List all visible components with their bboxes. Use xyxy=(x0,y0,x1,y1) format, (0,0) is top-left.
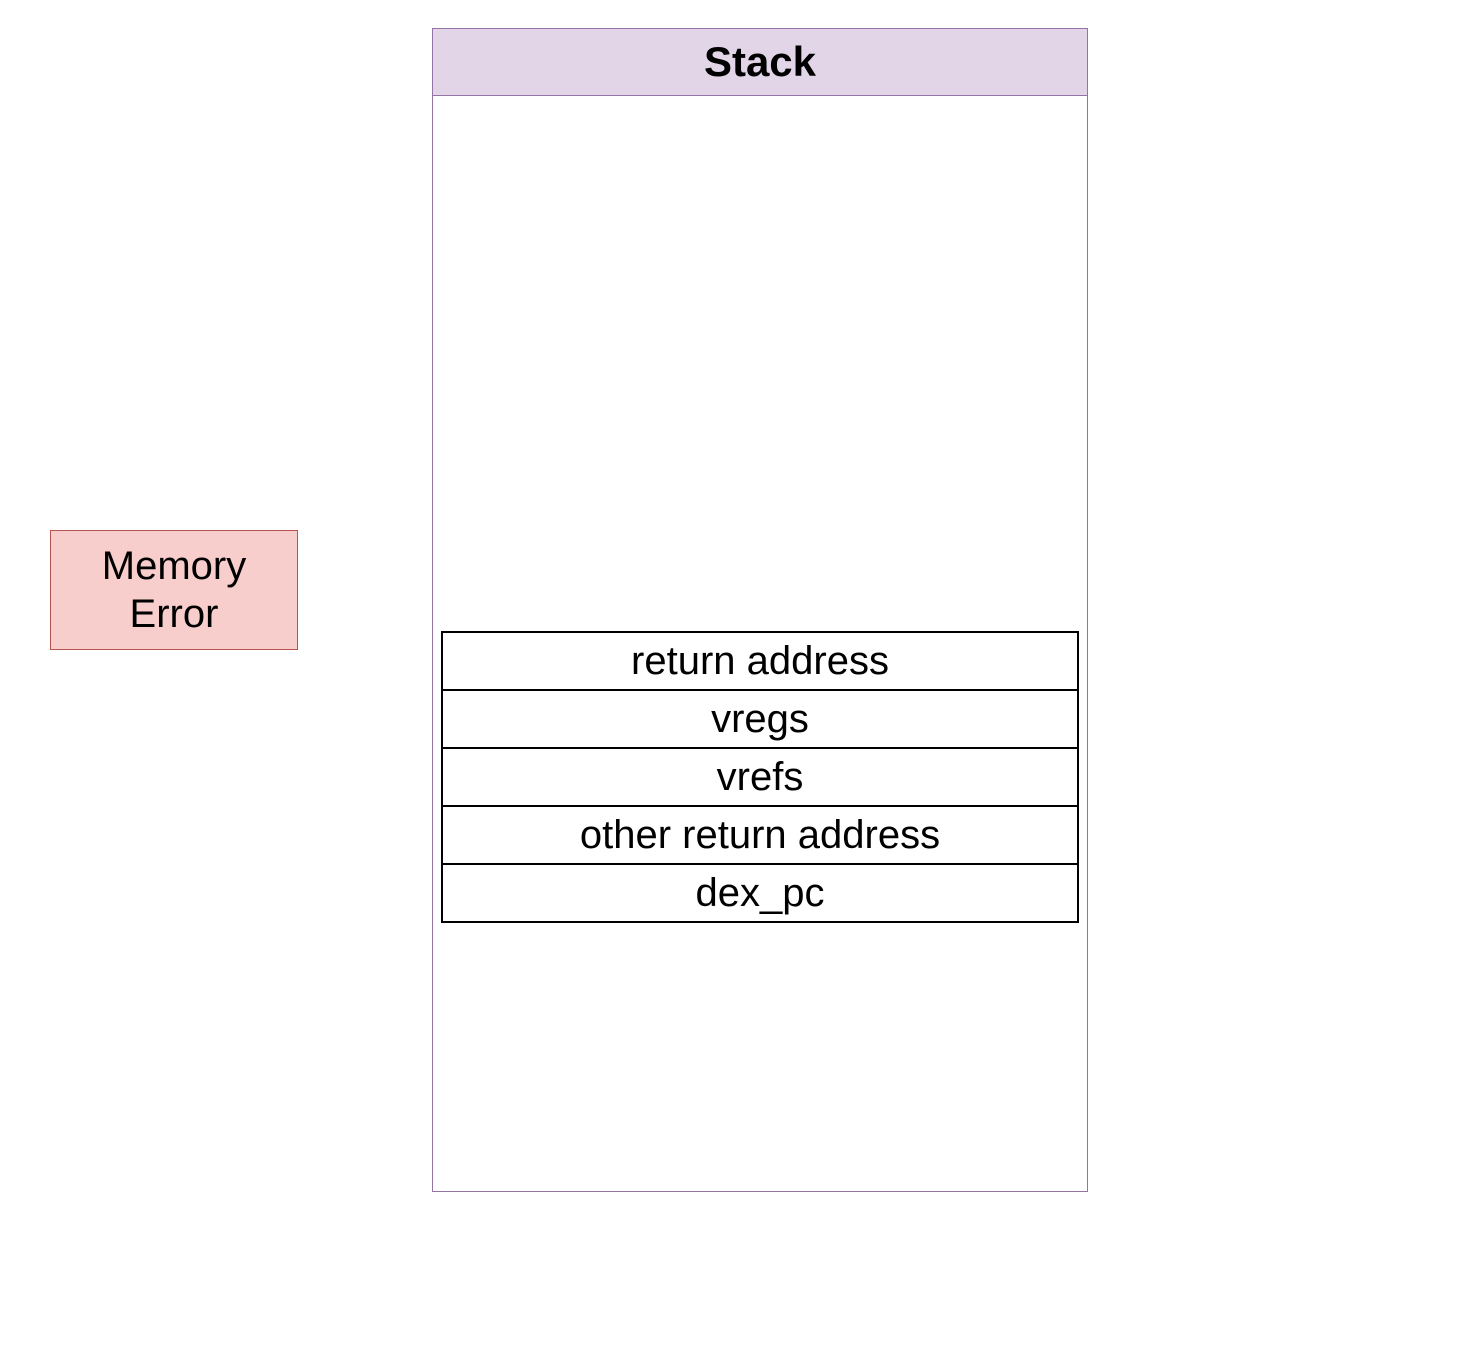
memory-error-label: Memory Error xyxy=(102,542,246,638)
stack-empty-bottom xyxy=(433,923,1087,1191)
stack-row: other return address xyxy=(441,805,1079,865)
stack-row-label: other return address xyxy=(580,813,940,858)
stack-body: return address vregs vrefs other return … xyxy=(432,96,1088,1192)
stack-row-label: dex_pc xyxy=(696,871,825,916)
stack-row-label: return address xyxy=(631,639,889,684)
memory-error-box: Memory Error xyxy=(50,530,298,650)
stack-row: dex_pc xyxy=(441,863,1079,923)
stack-title: Stack xyxy=(704,38,816,86)
stack-empty-top xyxy=(433,96,1087,633)
stack-row: vrefs xyxy=(441,747,1079,807)
stack-row-label: vregs xyxy=(711,697,809,742)
stack-row: return address xyxy=(441,631,1079,691)
stack-row-label: vrefs xyxy=(717,755,804,800)
stack-row: vregs xyxy=(441,689,1079,749)
stack-header: Stack xyxy=(432,28,1088,96)
stack-container: Stack return address vregs vrefs other r… xyxy=(432,28,1088,1192)
